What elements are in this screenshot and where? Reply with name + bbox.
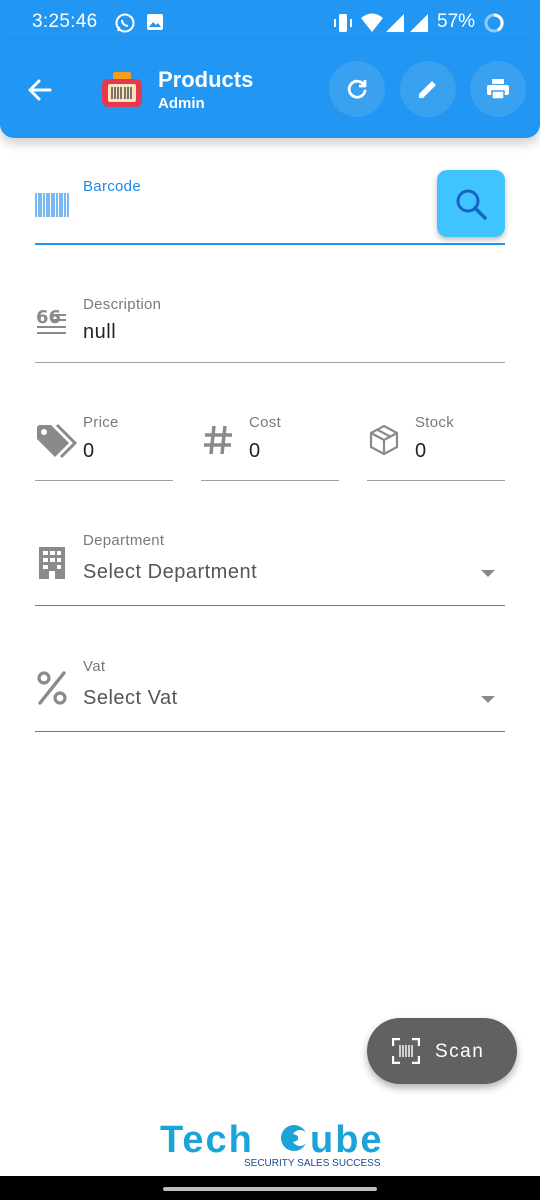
price-input[interactable]: 0	[83, 440, 95, 463]
system-nav-bar	[0, 1176, 540, 1200]
description-underline	[35, 362, 505, 363]
scan-barcode-icon	[392, 1038, 420, 1064]
department-dropdown-icon[interactable]	[481, 570, 495, 577]
battery-ring-icon	[484, 13, 504, 33]
vat-label: Vat	[83, 658, 106, 675]
print-button[interactable]	[470, 61, 526, 117]
description-label: Description	[83, 296, 162, 313]
scan-button[interactable]: Scan	[367, 1018, 517, 1084]
status-time: 3:25:46	[32, 11, 98, 32]
tag-icon	[37, 423, 77, 459]
home-gesture-handle[interactable]	[163, 1187, 377, 1191]
stock-input[interactable]: 0	[415, 440, 427, 463]
cost-input[interactable]: 0	[249, 440, 261, 463]
vat-select[interactable]: Select Vat	[83, 687, 178, 710]
description-input[interactable]: null	[83, 321, 116, 344]
department-label: Department	[83, 532, 165, 549]
barcode-underline	[35, 243, 505, 245]
refresh-button[interactable]	[329, 61, 385, 117]
search-icon	[456, 189, 487, 220]
price-label: Price	[83, 414, 119, 431]
wifi-icon	[361, 13, 383, 32]
logo-tagline: SECURITY SALES SUCCESS	[244, 1158, 381, 1169]
edit-button[interactable]	[400, 61, 456, 117]
building-icon	[39, 547, 65, 579]
vat-dropdown-icon[interactable]	[481, 696, 495, 703]
signal-icon	[386, 14, 404, 32]
stock-underline	[367, 480, 505, 481]
status-bar: 3:25:46 57%	[0, 0, 540, 44]
logo-prefix-text: Tech	[160, 1119, 254, 1161]
department-underline	[35, 605, 505, 606]
box-icon	[369, 424, 399, 456]
barcode-label: Barcode	[83, 178, 141, 195]
department-select[interactable]: Select Department	[83, 561, 257, 584]
scan-label: Scan	[435, 1041, 485, 1062]
quote-icon: 66	[36, 308, 66, 334]
print-icon	[487, 79, 509, 100]
back-arrow-icon[interactable]	[22, 72, 58, 108]
hash-icon	[204, 425, 232, 455]
vibrate-icon	[334, 14, 352, 32]
barcode-icon	[35, 193, 69, 217]
percent-icon	[37, 671, 67, 705]
battery-percent: 57%	[437, 11, 476, 32]
page-title: Products	[158, 67, 254, 92]
svg-text:66: 66	[36, 308, 61, 328]
logo-suffix-text: ube	[310, 1119, 384, 1161]
stock-label: Stock	[415, 414, 455, 431]
product-logo-icon	[102, 72, 142, 107]
techcube-logo: Tech ube SECURITY SALES SUCCESS	[160, 1119, 384, 1169]
edit-icon	[419, 81, 436, 98]
cost-underline	[201, 480, 339, 481]
app-bar: Products Admin	[0, 40, 540, 138]
gallery-icon	[147, 14, 163, 30]
refresh-icon	[347, 79, 367, 99]
price-underline	[35, 480, 173, 481]
vat-underline	[35, 731, 505, 732]
page-subtitle: Admin	[158, 95, 205, 112]
whatsapp-icon	[115, 13, 135, 33]
signal-icon-2	[410, 14, 428, 32]
search-button[interactable]	[437, 170, 505, 237]
cost-label: Cost	[249, 414, 282, 431]
